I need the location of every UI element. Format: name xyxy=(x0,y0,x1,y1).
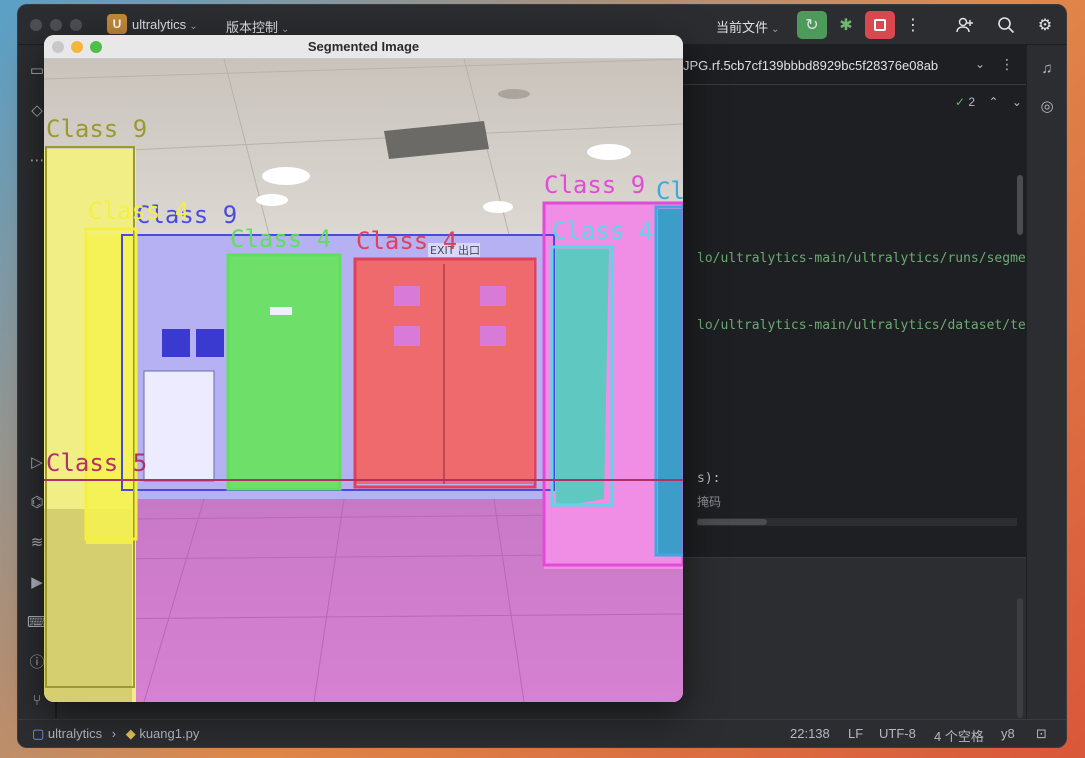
vcs-menu[interactable]: 版本控制 ⌄ xyxy=(226,17,289,36)
left-door-mask xyxy=(86,234,134,544)
ceiling-fixture xyxy=(498,89,530,99)
stop-icon xyxy=(874,19,886,31)
ceiling-light xyxy=(256,194,288,206)
run-config-menu[interactable]: 当前文件 ⌄ xyxy=(716,17,779,36)
more-button[interactable]: ⋮ xyxy=(898,11,928,39)
breadcrumb-file[interactable]: kuang1.py xyxy=(139,726,199,741)
label-class4-red: Class 4 xyxy=(356,227,457,255)
chevron-down-icon: ⌄ xyxy=(281,24,290,35)
green-door-mask xyxy=(228,256,340,491)
ceiling-light xyxy=(587,144,631,160)
debug-button[interactable]: ✱ xyxy=(831,11,861,39)
vcs-menu-label: 版本控制 xyxy=(226,20,279,35)
stop-button[interactable] xyxy=(865,11,895,39)
module-icon: ▢ xyxy=(32,726,45,741)
chevron-down-icon[interactable]: ⌄ xyxy=(1012,95,1022,109)
ceiling-light xyxy=(262,167,310,185)
more-icon: ⋮ xyxy=(905,17,921,34)
code-line: lo/ultralytics-main/ultralytics/dataset/… xyxy=(697,318,1042,333)
chevron-down-icon: ⌄ xyxy=(189,21,198,32)
run-button[interactable]: ↻ xyxy=(797,11,827,39)
minimize-window-button[interactable] xyxy=(71,41,83,53)
notifications-icon[interactable]: ♫ xyxy=(1037,59,1057,79)
label-class4-cyan: Class 4 xyxy=(552,217,653,245)
python-file-icon: ◆ xyxy=(125,726,136,741)
door-window xyxy=(394,326,420,346)
inspection-widget[interactable]: ✓ 2 ⌃ ⌄ xyxy=(955,95,1022,109)
interpreter[interactable]: y8 xyxy=(1001,726,1015,741)
label-class4-green: Class 4 xyxy=(230,225,331,253)
label-class4-yellow: Class 4 xyxy=(88,197,189,225)
check-icon: ✓ xyxy=(955,95,966,109)
debug-icon: ✱ xyxy=(839,17,853,34)
segmented-image: EXIT 出口 Class 9 Class 9 Class 4 Class 4 … xyxy=(44,59,683,702)
project-badge: U xyxy=(107,14,127,34)
panel-scrollbar[interactable] xyxy=(1017,598,1023,718)
tab-list-icon[interactable]: ⌄ xyxy=(975,57,985,71)
ai-assistant-icon[interactable]: ◎ xyxy=(1037,97,1057,117)
door-window xyxy=(480,286,506,306)
cursor-position[interactable]: 22:138 xyxy=(790,726,830,741)
file-encoding[interactable]: UTF-8 xyxy=(879,726,916,741)
code-line: lo/ultralytics-main/ultralytics/runs/seg… xyxy=(697,251,1042,266)
add-user-icon xyxy=(956,17,973,33)
label-partial: Cl xyxy=(656,177,683,205)
problems-count: 2 xyxy=(968,95,976,109)
project-name: ultralytics xyxy=(132,17,187,32)
wall-notice xyxy=(162,329,190,357)
zoom-window-button[interactable] xyxy=(90,41,102,53)
breadcrumb-project[interactable]: ultralytics xyxy=(48,726,102,741)
segmented-image-window: Segmented Image EXIT 出口 Class 9 Class 9 … xyxy=(44,35,683,702)
close-window-button[interactable] xyxy=(30,19,42,31)
horizontal-scroll-track xyxy=(697,518,1017,526)
label-class9-left: Class 9 xyxy=(46,115,147,143)
close-window-button[interactable] xyxy=(52,41,64,53)
code-comment: 掩码 xyxy=(697,495,722,509)
line-separator[interactable]: LF xyxy=(848,726,863,741)
search-icon xyxy=(998,17,1015,34)
tab-more-icon[interactable]: ⋮ xyxy=(1000,56,1014,73)
settings-button[interactable]: ⚙ xyxy=(1030,11,1060,39)
door-window xyxy=(480,326,506,346)
editor-tab[interactable]: JPG.rf.5cb7cf139bbbd8929bc5f28376e08ab xyxy=(683,58,938,73)
cyan-door-mask xyxy=(556,249,609,507)
run-config-label: 当前文件 xyxy=(716,20,769,35)
window-title[interactable]: Segmented Image xyxy=(44,35,683,59)
horizontal-scrollbar[interactable] xyxy=(697,519,767,525)
project-menu[interactable]: ultralytics ⌄ xyxy=(132,17,198,32)
vertical-scrollbar[interactable] xyxy=(1017,175,1023,235)
door-window xyxy=(394,286,420,306)
label-class5: Class 5 xyxy=(46,449,147,477)
chevron-right-icon: › xyxy=(111,726,117,741)
partial-object-mask xyxy=(658,209,683,554)
status-bar: ▢ ultralytics › ◆ kuang1.py 22:138 LF UT… xyxy=(18,719,1066,747)
lock-icon[interactable]: ⊡ xyxy=(1036,726,1047,742)
minimize-window-button[interactable] xyxy=(50,19,62,31)
chevron-down-icon: ⌄ xyxy=(771,24,780,35)
label-class9-magenta: Class 9 xyxy=(544,171,645,199)
breadcrumb: ▢ ultralytics › ◆ kuang1.py xyxy=(32,726,199,742)
run-icon: ↻ xyxy=(805,17,819,34)
door-sign xyxy=(270,307,292,315)
fire-hose-reel xyxy=(143,370,215,482)
ceiling-light xyxy=(483,201,513,213)
right-tool-strip: ♫ ◎ xyxy=(1026,45,1066,721)
wall-notice xyxy=(196,329,224,357)
search-button[interactable] xyxy=(991,11,1021,39)
code-line: s): xyxy=(697,471,721,486)
add-user-button[interactable] xyxy=(950,11,980,39)
indent-setting[interactable]: 4 个空格 xyxy=(934,726,984,745)
settings-icon: ⚙ xyxy=(1037,17,1053,34)
zoom-window-button[interactable] xyxy=(70,19,82,31)
chevron-up-icon[interactable]: ⌃ xyxy=(988,95,998,109)
